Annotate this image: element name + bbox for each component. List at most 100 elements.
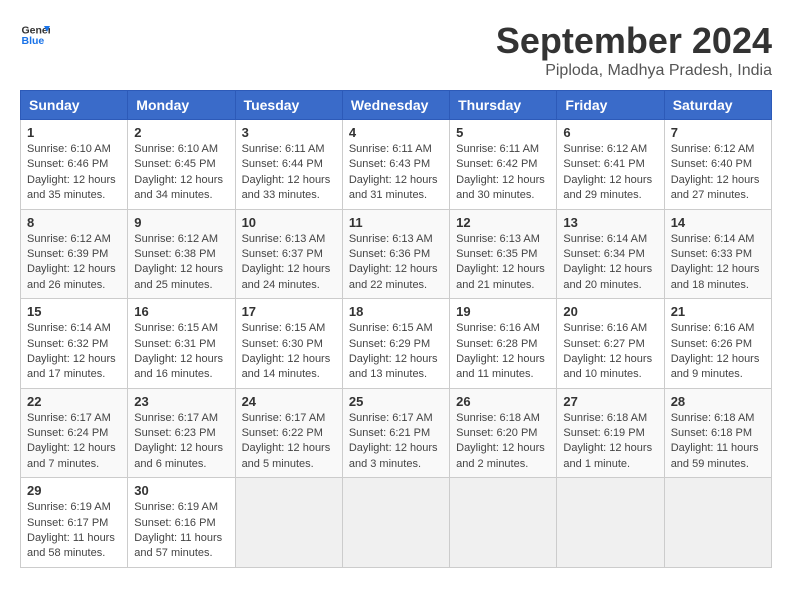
day-info: Sunrise: 6:15 AM Sunset: 6:30 PM Dayligh… xyxy=(242,321,336,383)
day-number: 15 xyxy=(27,304,121,319)
weekday-header-cell: Tuesday xyxy=(235,91,342,120)
calendar-day-cell xyxy=(664,478,771,568)
day-number: 20 xyxy=(563,304,657,319)
day-number: 13 xyxy=(563,215,657,230)
day-number: 5 xyxy=(456,125,550,140)
day-number: 25 xyxy=(349,394,443,409)
day-info: Sunrise: 6:18 AM Sunset: 6:18 PM Dayligh… xyxy=(671,411,765,473)
day-number: 19 xyxy=(456,304,550,319)
calendar-day-cell: 10 Sunrise: 6:13 AM Sunset: 6:37 PM Dayli… xyxy=(235,209,342,299)
day-number: 26 xyxy=(456,394,550,409)
page-header: General Blue September 2024 Piploda, Mad… xyxy=(20,20,772,80)
day-info: Sunrise: 6:12 AM Sunset: 6:38 PM Dayligh… xyxy=(134,232,228,294)
day-info: Sunrise: 6:10 AM Sunset: 6:45 PM Dayligh… xyxy=(134,142,228,204)
calendar-day-cell: 27 Sunrise: 6:18 AM Sunset: 6:19 PM Dayli… xyxy=(557,388,664,478)
weekday-header-cell: Saturday xyxy=(664,91,771,120)
month-title: September 2024 xyxy=(496,20,772,62)
calendar-week-row: 8Sunrise: 6:12 AM Sunset: 6:39 PM Daylig… xyxy=(21,209,772,299)
day-info: Sunrise: 6:14 AM Sunset: 6:33 PM Dayligh… xyxy=(671,232,765,294)
calendar-day-cell: 13 Sunrise: 6:14 AM Sunset: 6:34 PM Dayli… xyxy=(557,209,664,299)
calendar-week-row: 1 Sunrise: 6:10 AM Sunset: 6:46 PM Daylig… xyxy=(21,120,772,210)
day-number: 1 xyxy=(27,125,121,140)
calendar-day-cell: 2 Sunrise: 6:10 AM Sunset: 6:45 PM Daylig… xyxy=(128,120,235,210)
title-block: September 2024 Piploda, Madhya Pradesh, … xyxy=(496,20,772,80)
calendar-day-cell: 19 Sunrise: 6:16 AM Sunset: 6:28 PM Dayli… xyxy=(450,299,557,389)
day-number: 4 xyxy=(349,125,443,140)
calendar-day-cell: 20 Sunrise: 6:16 AM Sunset: 6:27 PM Dayli… xyxy=(557,299,664,389)
weekday-header-cell: Monday xyxy=(128,91,235,120)
weekday-header-cell: Friday xyxy=(557,91,664,120)
calendar-day-cell: 12 Sunrise: 6:13 AM Sunset: 6:35 PM Dayli… xyxy=(450,209,557,299)
day-number: 7 xyxy=(671,125,765,140)
location: Piploda, Madhya Pradesh, India xyxy=(496,62,772,80)
day-number: 14 xyxy=(671,215,765,230)
day-number: 6 xyxy=(563,125,657,140)
day-info: Sunrise: 6:13 AM Sunset: 6:35 PM Dayligh… xyxy=(456,232,550,294)
day-number: 11 xyxy=(349,215,443,230)
calendar-day-cell: 18Sunrise: 6:15 AM Sunset: 6:29 PM Dayli… xyxy=(342,299,449,389)
calendar-day-cell: 25 Sunrise: 6:17 AM Sunset: 6:21 PM Dayli… xyxy=(342,388,449,478)
day-info: Sunrise: 6:16 AM Sunset: 6:26 PM Dayligh… xyxy=(671,321,765,383)
svg-text:Blue: Blue xyxy=(22,35,45,47)
calendar-day-cell: 22 Sunrise: 6:17 AM Sunset: 6:24 PM Dayli… xyxy=(21,388,128,478)
day-number: 9 xyxy=(134,215,228,230)
calendar-table: SundayMondayTuesdayWednesdayThursdayFrid… xyxy=(20,90,772,568)
day-info: Sunrise: 6:19 AM Sunset: 6:17 PM Dayligh… xyxy=(27,500,121,562)
day-info: Sunrise: 6:12 AM Sunset: 6:41 PM Dayligh… xyxy=(563,142,657,204)
day-info: Sunrise: 6:13 AM Sunset: 6:36 PM Dayligh… xyxy=(349,232,443,294)
day-info: Sunrise: 6:13 AM Sunset: 6:37 PM Dayligh… xyxy=(242,232,336,294)
day-info: Sunrise: 6:14 AM Sunset: 6:32 PM Dayligh… xyxy=(27,321,121,383)
day-info: Sunrise: 6:12 AM Sunset: 6:39 PM Dayligh… xyxy=(27,232,121,294)
calendar-body: 1 Sunrise: 6:10 AM Sunset: 6:46 PM Daylig… xyxy=(21,120,772,568)
calendar-day-cell: 6 Sunrise: 6:12 AM Sunset: 6:41 PM Daylig… xyxy=(557,120,664,210)
calendar-day-cell xyxy=(450,478,557,568)
weekday-header-cell: Wednesday xyxy=(342,91,449,120)
calendar-week-row: 29 Sunrise: 6:19 AM Sunset: 6:17 PM Dayli… xyxy=(21,478,772,568)
day-number: 22 xyxy=(27,394,121,409)
day-number: 10 xyxy=(242,215,336,230)
calendar-day-cell: 24Sunrise: 6:17 AM Sunset: 6:22 PM Dayli… xyxy=(235,388,342,478)
day-number: 30 xyxy=(134,483,228,498)
day-info: Sunrise: 6:17 AM Sunset: 6:24 PM Dayligh… xyxy=(27,411,121,473)
day-number: 21 xyxy=(671,304,765,319)
calendar-day-cell: 29 Sunrise: 6:19 AM Sunset: 6:17 PM Dayli… xyxy=(21,478,128,568)
day-number: 18 xyxy=(349,304,443,319)
day-info: Sunrise: 6:17 AM Sunset: 6:21 PM Dayligh… xyxy=(349,411,443,473)
calendar-day-cell: 8Sunrise: 6:12 AM Sunset: 6:39 PM Daylig… xyxy=(21,209,128,299)
calendar-day-cell: 21 Sunrise: 6:16 AM Sunset: 6:26 PM Dayli… xyxy=(664,299,771,389)
day-info: Sunrise: 6:11 AM Sunset: 6:43 PM Dayligh… xyxy=(349,142,443,204)
calendar-day-cell: 4 Sunrise: 6:11 AM Sunset: 6:43 PM Daylig… xyxy=(342,120,449,210)
day-info: Sunrise: 6:14 AM Sunset: 6:34 PM Dayligh… xyxy=(563,232,657,294)
day-number: 23 xyxy=(134,394,228,409)
day-info: Sunrise: 6:15 AM Sunset: 6:31 PM Dayligh… xyxy=(134,321,228,383)
weekday-header-cell: Sunday xyxy=(21,91,128,120)
day-number: 28 xyxy=(671,394,765,409)
day-info: Sunrise: 6:18 AM Sunset: 6:19 PM Dayligh… xyxy=(563,411,657,473)
calendar-day-cell: 26Sunrise: 6:18 AM Sunset: 6:20 PM Dayli… xyxy=(450,388,557,478)
calendar-day-cell: 16Sunrise: 6:15 AM Sunset: 6:31 PM Dayli… xyxy=(128,299,235,389)
day-info: Sunrise: 6:19 AM Sunset: 6:16 PM Dayligh… xyxy=(134,500,228,562)
weekday-header-cell: Thursday xyxy=(450,91,557,120)
calendar-day-cell: 17Sunrise: 6:15 AM Sunset: 6:30 PM Dayli… xyxy=(235,299,342,389)
day-info: Sunrise: 6:16 AM Sunset: 6:27 PM Dayligh… xyxy=(563,321,657,383)
day-info: Sunrise: 6:11 AM Sunset: 6:44 PM Dayligh… xyxy=(242,142,336,204)
calendar-day-cell: 28 Sunrise: 6:18 AM Sunset: 6:18 PM Dayli… xyxy=(664,388,771,478)
day-number: 12 xyxy=(456,215,550,230)
calendar-day-cell: 3Sunrise: 6:11 AM Sunset: 6:44 PM Daylig… xyxy=(235,120,342,210)
logo: General Blue xyxy=(20,20,50,50)
logo-icon: General Blue xyxy=(20,20,50,50)
day-number: 2 xyxy=(134,125,228,140)
day-info: Sunrise: 6:10 AM Sunset: 6:46 PM Dayligh… xyxy=(27,142,121,204)
calendar-day-cell: 5Sunrise: 6:11 AM Sunset: 6:42 PM Daylig… xyxy=(450,120,557,210)
day-number: 29 xyxy=(27,483,121,498)
calendar-day-cell: 15 Sunrise: 6:14 AM Sunset: 6:32 PM Dayli… xyxy=(21,299,128,389)
weekday-header-row: SundayMondayTuesdayWednesdayThursdayFrid… xyxy=(21,91,772,120)
calendar-day-cell xyxy=(235,478,342,568)
day-info: Sunrise: 6:16 AM Sunset: 6:28 PM Dayligh… xyxy=(456,321,550,383)
day-number: 24 xyxy=(242,394,336,409)
calendar-week-row: 22 Sunrise: 6:17 AM Sunset: 6:24 PM Dayli… xyxy=(21,388,772,478)
day-number: 27 xyxy=(563,394,657,409)
day-info: Sunrise: 6:17 AM Sunset: 6:23 PM Dayligh… xyxy=(134,411,228,473)
calendar-day-cell: 30 Sunrise: 6:19 AM Sunset: 6:16 PM Dayli… xyxy=(128,478,235,568)
calendar-day-cell: 11 Sunrise: 6:13 AM Sunset: 6:36 PM Dayli… xyxy=(342,209,449,299)
